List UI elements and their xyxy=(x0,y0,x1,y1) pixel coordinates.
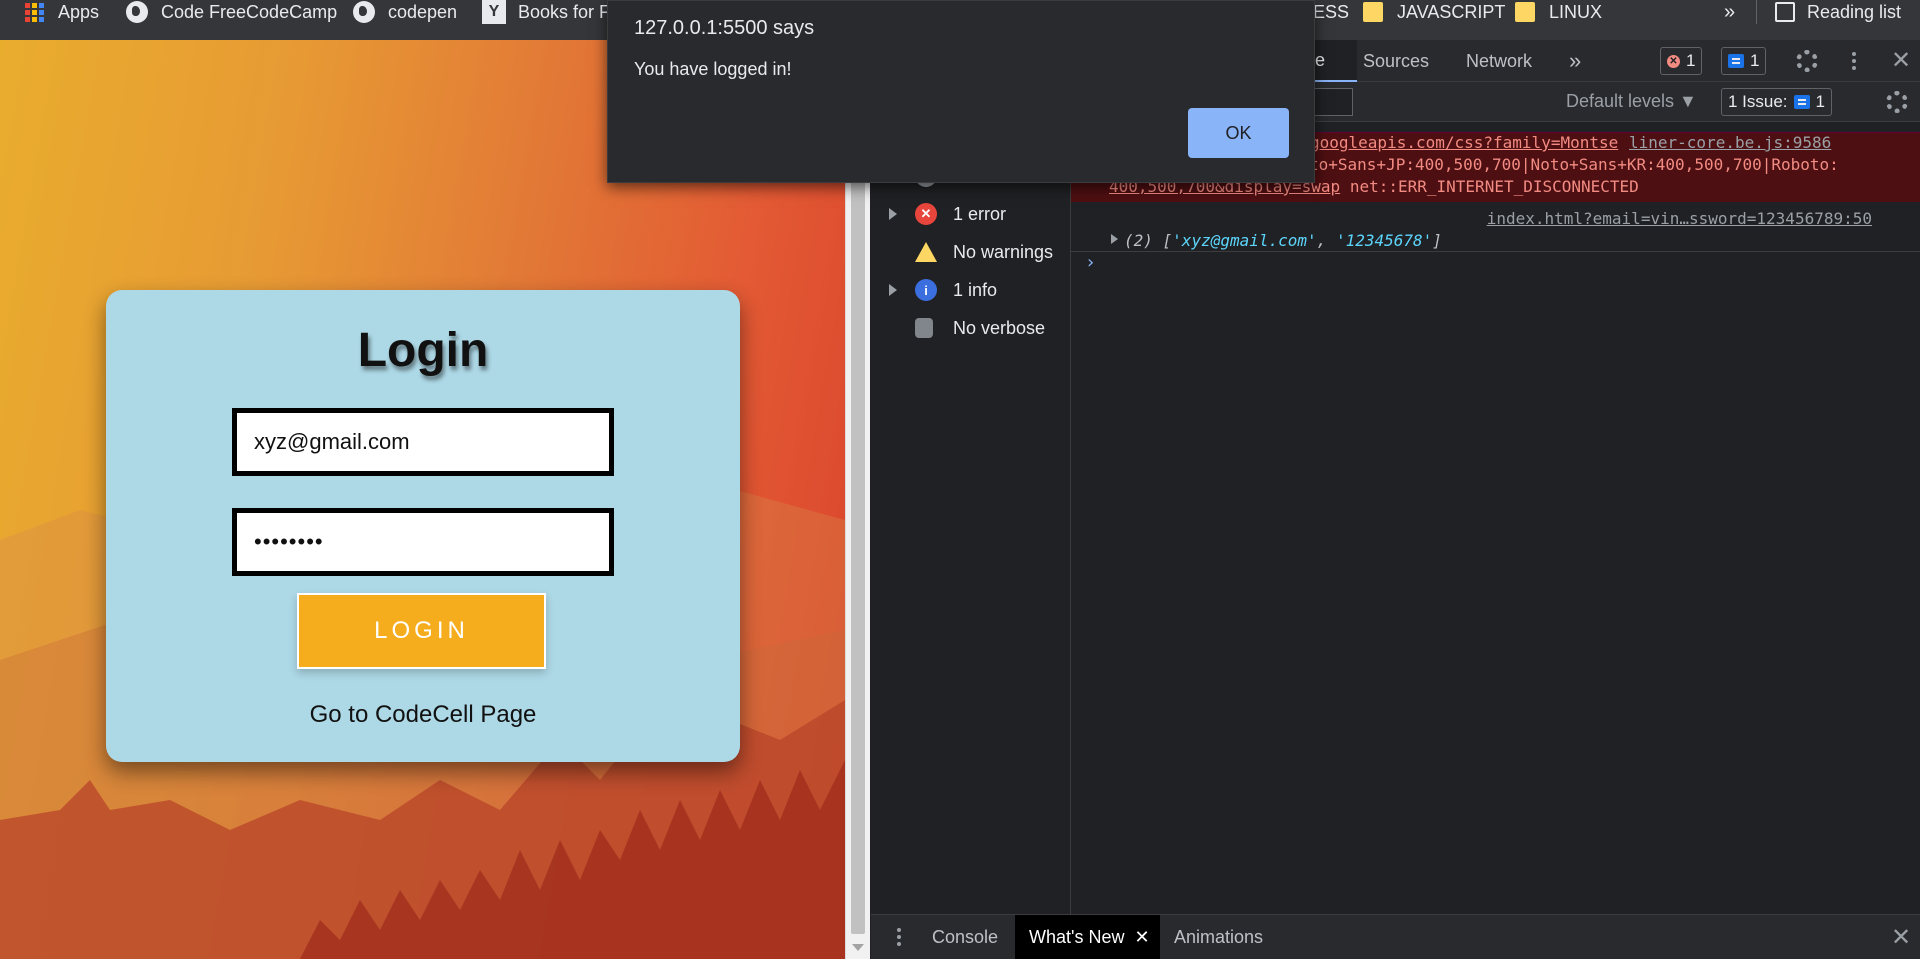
login-title: Login xyxy=(357,324,489,377)
drawer-tab-label: What's New xyxy=(1029,926,1125,947)
expand-arrow-icon xyxy=(889,284,897,296)
bookmark-javascript[interactable]: JAVASCRIPT xyxy=(1361,0,1505,24)
bookmark-label: codepen xyxy=(388,1,458,22)
folder-icon xyxy=(1513,0,1537,24)
close-devtools-icon[interactable]: ✕ xyxy=(1891,46,1911,75)
bug-icon xyxy=(915,318,933,338)
error-source-link[interactable]: liner-core.be.js:9586 xyxy=(1629,133,1831,152)
bookmark-books[interactable]: Y Books for Fr xyxy=(482,0,616,24)
error-count-badge[interactable]: ✕ 1 xyxy=(1660,47,1703,75)
more-bookmarks-button[interactable]: » xyxy=(1724,0,1735,24)
log-levels-dropdown[interactable]: Default levels ▼ xyxy=(1566,91,1697,112)
ok-button[interactable]: OK xyxy=(1188,108,1289,158)
codecell-link[interactable]: Go to CodeCell Page xyxy=(106,701,740,729)
error-text: net::ERR_INTERNET_DISCONNECTED xyxy=(1349,177,1639,196)
issues-label: 1 Issue: xyxy=(1728,92,1788,111)
issues-count: 1 xyxy=(1815,92,1826,111)
password-input[interactable]: •••••••• xyxy=(232,508,614,576)
drawer-tab-whats-new[interactable]: What's New ✕ xyxy=(1015,915,1160,959)
login-card: Login xyz@gmail.com •••••••• LOGIN Go to… xyxy=(106,290,740,762)
error-url-link[interactable]: googleapis.com/css?family=Montse xyxy=(1310,133,1618,152)
close-drawer-icon[interactable]: ✕ xyxy=(1891,923,1911,952)
bookmark-linux[interactable]: LINUX xyxy=(1513,0,1602,24)
bookmark-label: ESS xyxy=(1313,1,1350,22)
tab-network[interactable]: Network xyxy=(1466,40,1532,82)
console-sidebar: 1 user mess... ✕ 1 error No warnings i 1… xyxy=(871,122,1071,922)
bookmark-label: Code FreeCodeCamp xyxy=(161,1,338,22)
bookmark-label: JAVASCRIPT xyxy=(1397,1,1506,22)
bookmark-freecodecamp[interactable]: Code FreeCodeCamp xyxy=(125,0,337,24)
message-count: 1 xyxy=(1750,51,1760,70)
message-count-badge[interactable]: 1 xyxy=(1721,47,1767,75)
close-tab-icon[interactable]: ✕ xyxy=(1134,927,1149,948)
console-prompt-icon[interactable]: › xyxy=(1085,252,1096,273)
y-logo-icon: Y xyxy=(482,0,506,24)
info-icon: i xyxy=(915,279,937,301)
dialog-message: You have logged in! xyxy=(634,59,792,79)
sidebar-item-verbose[interactable]: No verbose xyxy=(871,314,1071,342)
devtools-drawer: Console What's New ✕ Animations ✕ xyxy=(871,914,1920,959)
settings-gear-icon[interactable] xyxy=(1796,50,1818,72)
bookmark-codepen[interactable]: codepen xyxy=(352,0,457,24)
expand-arrow-icon[interactable] xyxy=(1111,234,1118,244)
array-preview: (2) ['xyz@gmail.com', '12345678'] xyxy=(1124,231,1442,250)
console-output: googleapis.com/css?family=Montse liner-c… xyxy=(1071,122,1920,922)
more-options-icon[interactable] xyxy=(1852,59,1856,63)
console-settings-gear-icon[interactable] xyxy=(1886,91,1908,113)
console-log-row[interactable]: index.html?email=vin…ssword=123456789:50… xyxy=(1071,204,1920,252)
issues-badge[interactable]: 1 Issue: 1 xyxy=(1721,88,1833,116)
error-line-2: to+Sans+JP:400,500,700|Noto+Sans+KR:400,… xyxy=(1309,155,1839,174)
reading-list-icon xyxy=(1775,2,1795,22)
bookmark-apps[interactable]: Apps xyxy=(22,0,99,24)
alert-dialog: 127.0.0.1:5500 says You have logged in! … xyxy=(607,0,1315,183)
reading-list-button[interactable]: Reading list xyxy=(1756,0,1901,24)
drawer-tab-animations[interactable]: Animations xyxy=(1174,915,1263,959)
dialog-title: 127.0.0.1:5500 says xyxy=(634,17,815,39)
globe-icon xyxy=(352,0,376,24)
error-icon: ✕ xyxy=(1667,54,1680,68)
reading-list-label: Reading list xyxy=(1807,1,1902,22)
warning-icon xyxy=(915,242,937,262)
sidebar-item-info[interactable]: i 1 info xyxy=(871,276,1071,304)
message-icon xyxy=(1728,54,1744,68)
drawer-tab-console[interactable]: Console xyxy=(932,915,998,959)
folder-icon xyxy=(1361,0,1385,24)
more-tabs-button[interactable]: » xyxy=(1569,40,1581,82)
sidebar-item-warnings[interactable]: No warnings xyxy=(871,238,1071,266)
sidebar-item-errors[interactable]: ✕ 1 error xyxy=(871,200,1071,228)
error-count: 1 xyxy=(1686,51,1696,70)
login-button[interactable]: LOGIN xyxy=(297,593,546,669)
globe-icon xyxy=(125,0,149,24)
bookmark-label: LINUX xyxy=(1549,1,1603,22)
expand-arrow-icon xyxy=(889,208,897,220)
bookmark-label: Apps xyxy=(58,1,100,22)
bookmark-label: Books for Fr xyxy=(518,1,617,22)
log-source-link[interactable]: index.html?email=vin…ssword=123456789:50 xyxy=(1487,209,1872,228)
scroll-down-arrow-icon[interactable] xyxy=(852,944,864,951)
error-icon: ✕ xyxy=(915,203,937,225)
tab-sources[interactable]: Sources xyxy=(1363,40,1429,82)
drawer-menu-icon[interactable] xyxy=(897,935,901,939)
email-input[interactable]: xyz@gmail.com xyxy=(232,408,614,476)
issue-message-icon xyxy=(1793,95,1810,109)
apps-grid-icon xyxy=(22,0,46,24)
bookmark-css[interactable]: ESS xyxy=(1313,0,1349,24)
